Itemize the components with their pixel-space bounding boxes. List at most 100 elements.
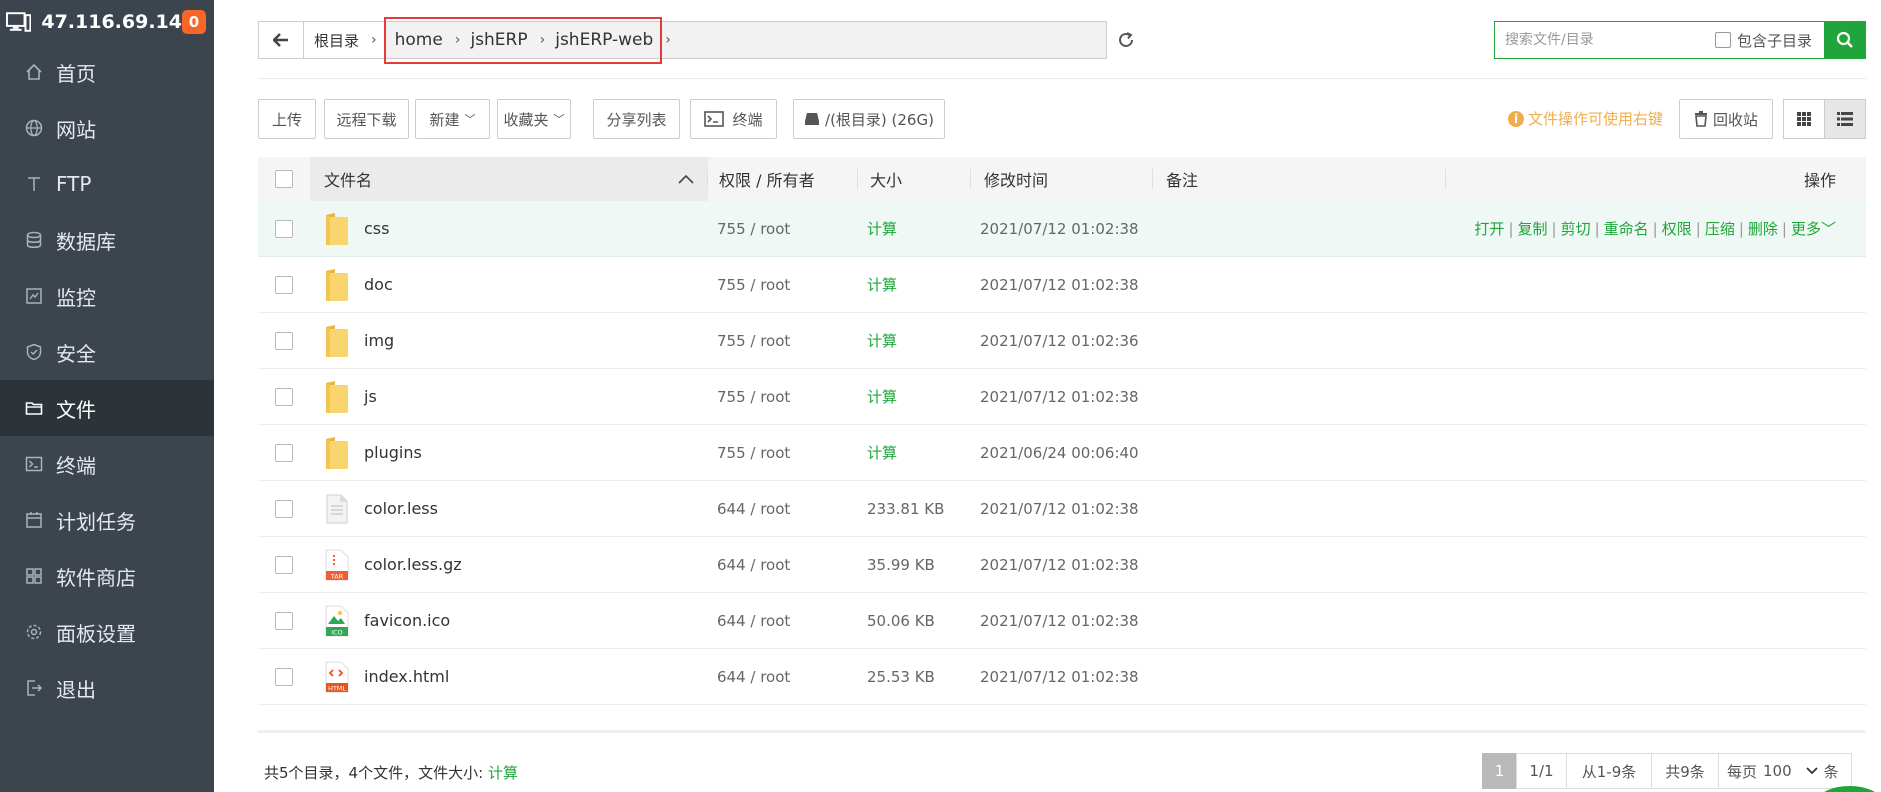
file-name-cell[interactable]: color.less (310, 491, 708, 527)
row-checkbox[interactable] (275, 387, 293, 406)
file-name-cell[interactable]: ICO favicon.ico (310, 603, 708, 639)
row-action-2[interactable]: 剪切 (1561, 220, 1591, 238)
sidebar-item-database[interactable]: 数据库 (0, 212, 214, 268)
table-row[interactable]: doc 755 / root 计算 2021/07/12 01:02:38 (258, 257, 1866, 313)
disk-button[interactable]: /(根目录) (26G) (793, 99, 945, 139)
share-list-button[interactable]: 分享列表 (593, 99, 680, 139)
row-checkbox[interactable] (275, 443, 293, 462)
breadcrumb-jsherp[interactable]: jshERP › (460, 22, 545, 58)
notification-badge[interactable]: 0 (182, 10, 206, 34)
permission-cell[interactable]: 755 / root (708, 276, 858, 294)
row-action-7[interactable]: 更多 (1791, 220, 1821, 238)
permission-cell[interactable]: 755 / root (708, 388, 858, 406)
table-row[interactable]: ICO favicon.ico 644 / root 50.06 KB 2021/07/… (258, 593, 1866, 649)
file-name[interactable]: doc (364, 275, 393, 294)
size-cell[interactable]: 计算 (858, 218, 971, 239)
row-checkbox[interactable] (275, 331, 293, 350)
sidebar-item-calendar[interactable]: 计划任务 (0, 492, 214, 548)
header-mtime[interactable]: 修改时间 (971, 157, 1153, 201)
sidebar-item-monitor[interactable]: 监控 (0, 268, 214, 324)
table-row[interactable]: js 755 / root 计算 2021/07/12 01:02:38 (258, 369, 1866, 425)
table-row[interactable]: TAR color.less.gz 644 / root 35.99 KB 2021/0… (258, 537, 1866, 593)
row-action-5[interactable]: 压缩 (1705, 220, 1735, 238)
header-filename[interactable]: 文件名 (310, 157, 708, 201)
sidebar-item-home[interactable]: 首页 (0, 44, 214, 100)
row-action-6[interactable]: 删除 (1748, 220, 1778, 238)
breadcrumb-jsherp-web[interactable]: jshERP-web › (545, 22, 671, 58)
permission-cell[interactable]: 644 / root (708, 500, 858, 518)
sidebar-item-terminal[interactable]: 终端 (0, 436, 214, 492)
breadcrumb-root[interactable]: 根目录 › (304, 22, 385, 58)
file-name-cell[interactable]: img (310, 323, 708, 359)
permission-cell[interactable]: 755 / root (708, 444, 858, 462)
table-row[interactable]: plugins 755 / root 计算 2021/06/24 00:06:40 (258, 425, 1866, 481)
sidebar-item-shield[interactable]: 安全 (0, 324, 214, 380)
table-row[interactable]: color.less 644 / root 233.81 KB 2021/07/12 … (258, 481, 1866, 537)
sidebar-item-apps[interactable]: 软件商店 (0, 548, 214, 604)
sidebar-item-globe[interactable]: 网站 (0, 100, 214, 156)
permission-cell[interactable]: 644 / root (708, 612, 858, 630)
list-view-button[interactable] (1824, 99, 1866, 139)
row-checkbox[interactable] (275, 275, 293, 294)
file-name[interactable]: index.html (364, 667, 449, 686)
sidebar-item-settings[interactable]: 面板设置 (0, 604, 214, 660)
file-name[interactable]: color.less.gz (364, 555, 462, 574)
remote-download-button[interactable]: 远程下载 (324, 99, 409, 139)
header-size[interactable]: 大小 (858, 157, 971, 201)
row-checkbox[interactable] (275, 499, 293, 518)
page-current[interactable]: 1 (1482, 753, 1517, 789)
permission-cell[interactable]: 644 / root (708, 556, 858, 574)
recycle-bin-button[interactable]: 回收站 (1679, 99, 1773, 139)
header-permission[interactable]: 权限 / 所有者 (708, 157, 858, 201)
per-page-select[interactable]: 100 (1763, 762, 1818, 780)
row-checkbox[interactable] (275, 555, 293, 574)
permission-cell[interactable]: 644 / root (708, 668, 858, 686)
permission-cell[interactable]: 755 / root (708, 332, 858, 350)
row-checkbox[interactable] (275, 611, 293, 630)
grid-view-button[interactable] (1783, 99, 1825, 139)
size-cell[interactable]: 计算 (858, 442, 971, 463)
refresh-button[interactable] (1106, 21, 1145, 59)
select-all-checkbox[interactable] (275, 170, 293, 188)
file-name-cell[interactable]: HTML index.html (310, 659, 708, 695)
new-dropdown-button[interactable]: 新建 ﹀ (415, 99, 490, 139)
file-name-cell[interactable]: doc (310, 267, 708, 303)
row-action-3[interactable]: 重命名 (1604, 220, 1649, 238)
size-cell[interactable]: 计算 (858, 386, 971, 407)
upload-button[interactable]: 上传 (258, 99, 316, 139)
size-cell[interactable]: 计算 (858, 274, 971, 295)
server-info[interactable]: 47.116.69.14 0 (0, 0, 214, 44)
file-name[interactable]: css (364, 219, 389, 238)
file-name[interactable]: plugins (364, 443, 422, 462)
file-name-cell[interactable]: TAR color.less.gz (310, 547, 708, 583)
file-name-cell[interactable]: js (310, 379, 708, 415)
row-action-1[interactable]: 复制 (1518, 220, 1548, 238)
terminal-button[interactable]: 终端 (690, 99, 777, 139)
file-name[interactable]: favicon.ico (364, 611, 450, 630)
row-checkbox[interactable] (275, 219, 293, 238)
checkbox[interactable] (1714, 32, 1731, 48)
sidebar-item-logout[interactable]: 退出 (0, 660, 214, 716)
include-subdir-checkbox[interactable]: 包含子目录 (1714, 30, 1812, 51)
sidebar-item-folder[interactable]: 文件 (0, 380, 214, 436)
file-name[interactable]: color.less (364, 499, 438, 518)
table-scrollbar[interactable] (258, 730, 1866, 733)
search-button[interactable] (1824, 21, 1866, 59)
file-name[interactable]: js (364, 387, 377, 406)
file-name-cell[interactable]: css (310, 211, 708, 247)
sidebar-item-ftp[interactable]: FTP (0, 156, 214, 212)
table-row[interactable]: css 755 / root 计算 2021/07/12 01:02:38 打开 | 复制 |… (258, 201, 1866, 257)
size-cell[interactable]: 计算 (858, 330, 971, 351)
favorites-dropdown-button[interactable]: 收藏夹 ﹀ (497, 99, 571, 139)
row-action-0[interactable]: 打开 (1474, 220, 1504, 238)
back-button[interactable] (259, 22, 304, 58)
breadcrumb-home[interactable]: home › (385, 22, 461, 58)
search-input[interactable] (1495, 22, 1715, 58)
table-row[interactable]: img 755 / root 计算 2021/07/12 01:02:36 (258, 313, 1866, 369)
permission-cell[interactable]: 755 / root (708, 220, 858, 238)
row-checkbox[interactable] (275, 667, 293, 686)
file-name[interactable]: img (364, 331, 394, 350)
summary-calc-link[interactable]: 计算 (488, 764, 518, 782)
row-action-4[interactable]: 权限 (1662, 220, 1692, 238)
table-row[interactable]: HTML index.html 644 / root 25.53 KB 2021/07/… (258, 649, 1866, 705)
